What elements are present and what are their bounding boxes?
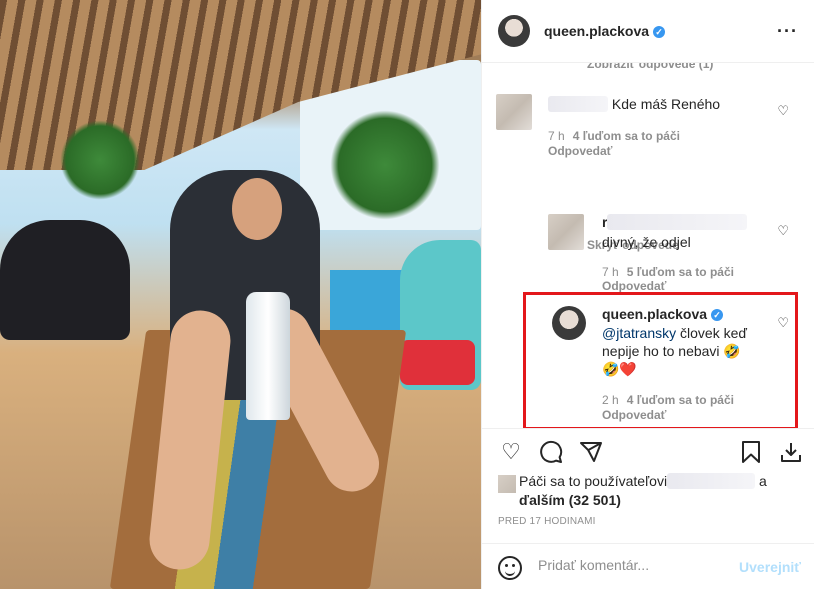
post-photo[interactable]: [0, 0, 481, 589]
photo-face: [232, 178, 282, 240]
comment-meta: 7 h4 ľuďom sa to páči: [548, 129, 680, 143]
post-username[interactable]: queen.plackova ✓: [544, 23, 666, 39]
post-timestamp[interactable]: PRED 17 HODINAMI: [498, 516, 596, 527]
photo-palm: [60, 120, 140, 200]
download-icon[interactable]: [778, 439, 804, 465]
reply-button[interactable]: Odpovedať: [548, 144, 612, 158]
likes-text: Páči sa to používateľovi a ďalším (32 50…: [519, 473, 767, 508]
comment-text: Kde máš Reného: [548, 95, 720, 113]
post-button[interactable]: Uverejniť: [739, 559, 801, 575]
post-header: queen.plackova ✓ ···: [482, 0, 814, 63]
comment-input[interactable]: [538, 557, 728, 573]
action-bar: ♡: [482, 428, 814, 472]
photo-palm: [330, 110, 440, 220]
redacted-username: [607, 214, 748, 230]
highlight-box: [523, 292, 798, 428]
likes-count[interactable]: 4 ľuďom sa to páči: [573, 129, 680, 143]
avatar[interactable]: [496, 94, 532, 130]
redacted-username: [667, 473, 756, 489]
comment-icon[interactable]: [538, 439, 564, 465]
reply-button[interactable]: Odpovedať: [602, 279, 666, 293]
avatar[interactable]: [548, 214, 584, 250]
redacted-username: [548, 96, 608, 112]
comment-meta: 7 h5 ľuďom sa to páči: [602, 265, 734, 279]
share-icon[interactable]: [578, 439, 604, 465]
emoji-icon[interactable]: [498, 556, 522, 580]
likes-others-link[interactable]: ďalším (32 501): [519, 492, 621, 508]
comment-author: r: [602, 213, 748, 231]
avatar[interactable]: [498, 475, 516, 493]
comment-text: divný, že odjel: [602, 234, 691, 250]
photo-person-left: [0, 220, 130, 340]
heart-icon[interactable]: ♡: [777, 103, 789, 119]
post-side-panel: queen.plackova ✓ ··· Zobraziť odpovede (1…: [481, 0, 814, 589]
comments-list: Zobraziť odpovede (1) Kde máš Reného ♡ 7…: [482, 63, 814, 428]
photo-shorts: [400, 340, 475, 385]
view-replies-link[interactable]: Zobraziť odpovede (1): [587, 63, 713, 71]
bookmark-icon[interactable]: [738, 439, 764, 465]
heart-icon[interactable]: ♡: [498, 439, 524, 465]
add-comment-bar: Uverejniť: [482, 543, 814, 589]
heart-icon[interactable]: ♡: [777, 223, 789, 239]
photo-bottle: [246, 292, 290, 420]
more-icon[interactable]: ···: [777, 21, 798, 42]
verified-icon: ✓: [653, 26, 666, 39]
likes-count[interactable]: 5 ľuďom sa to páči: [627, 265, 734, 279]
avatar[interactable]: [498, 15, 530, 47]
